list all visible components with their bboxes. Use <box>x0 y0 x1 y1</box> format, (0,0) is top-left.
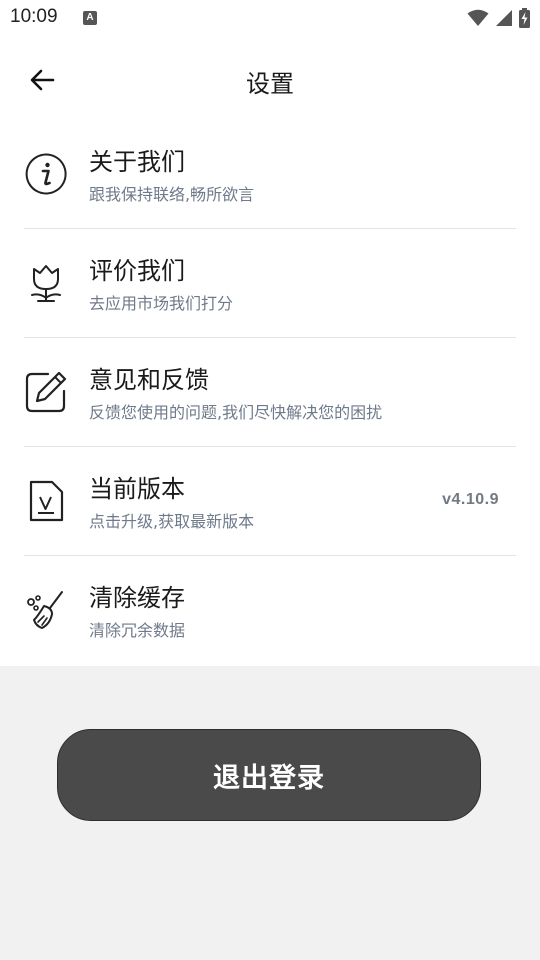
settings-item-about[interactable]: 关于我们 跟我保持联络,畅所欲言 <box>0 120 540 229</box>
tulip-icon <box>24 261 68 305</box>
cell-signal-icon <box>496 10 512 26</box>
settings-item-subtitle: 反馈您使用的问题,我们尽快解决您的困扰 <box>89 403 383 422</box>
page-title: 设置 <box>246 70 294 98</box>
settings-panel: 10:09 A 设置 关于我们 跟我保持联络,畅所欲言 评价我们 去应用市场我们… <box>0 0 540 666</box>
battery-charging-icon <box>519 8 530 28</box>
logout-button[interactable]: 退出登录 <box>57 729 481 821</box>
settings-item-title: 关于我们 <box>89 148 185 176</box>
settings-item-clear-cache[interactable]: 清除缓存 清除冗余数据 <box>0 556 540 665</box>
settings-item-subtitle: 清除冗余数据 <box>89 621 186 640</box>
edit-square-icon <box>24 370 68 414</box>
settings-item-title: 意见和反馈 <box>89 366 209 394</box>
broom-icon <box>24 588 68 632</box>
status-time: 10:09 <box>10 6 58 27</box>
status-bar: 10:09 A <box>0 0 540 36</box>
settings-item-title: 当前版本 <box>89 475 185 503</box>
settings-item-subtitle: 跟我保持联络,畅所欲言 <box>89 185 255 204</box>
wifi-icon <box>467 9 489 26</box>
settings-item-title: 评价我们 <box>89 257 185 285</box>
header: 设置 <box>0 50 540 108</box>
info-circle-icon <box>24 152 68 196</box>
settings-item-subtitle: 去应用市场我们打分 <box>89 294 234 313</box>
settings-list: 关于我们 跟我保持联络,畅所欲言 评价我们 去应用市场我们打分 意见和反馈 反馈… <box>0 120 540 665</box>
notification-a-icon: A <box>83 11 97 25</box>
settings-screen: 10:09 A 设置 关于我们 跟我保持联络,畅所欲言 评价我们 去应用市场我们… <box>0 0 540 960</box>
version-number: v4.10.9 <box>442 491 499 508</box>
settings-item-feedback[interactable]: 意见和反馈 反馈您使用的问题,我们尽快解决您的困扰 <box>0 338 540 447</box>
settings-item-title: 清除缓存 <box>89 584 185 612</box>
settings-item-version[interactable]: 当前版本 点击升级,获取最新版本 v4.10.9 <box>0 447 540 556</box>
settings-item-subtitle: 点击升级,获取最新版本 <box>89 512 255 531</box>
status-icons <box>467 8 530 28</box>
settings-item-rate[interactable]: 评价我们 去应用市场我们打分 <box>0 229 540 338</box>
version-document-icon <box>24 479 68 523</box>
